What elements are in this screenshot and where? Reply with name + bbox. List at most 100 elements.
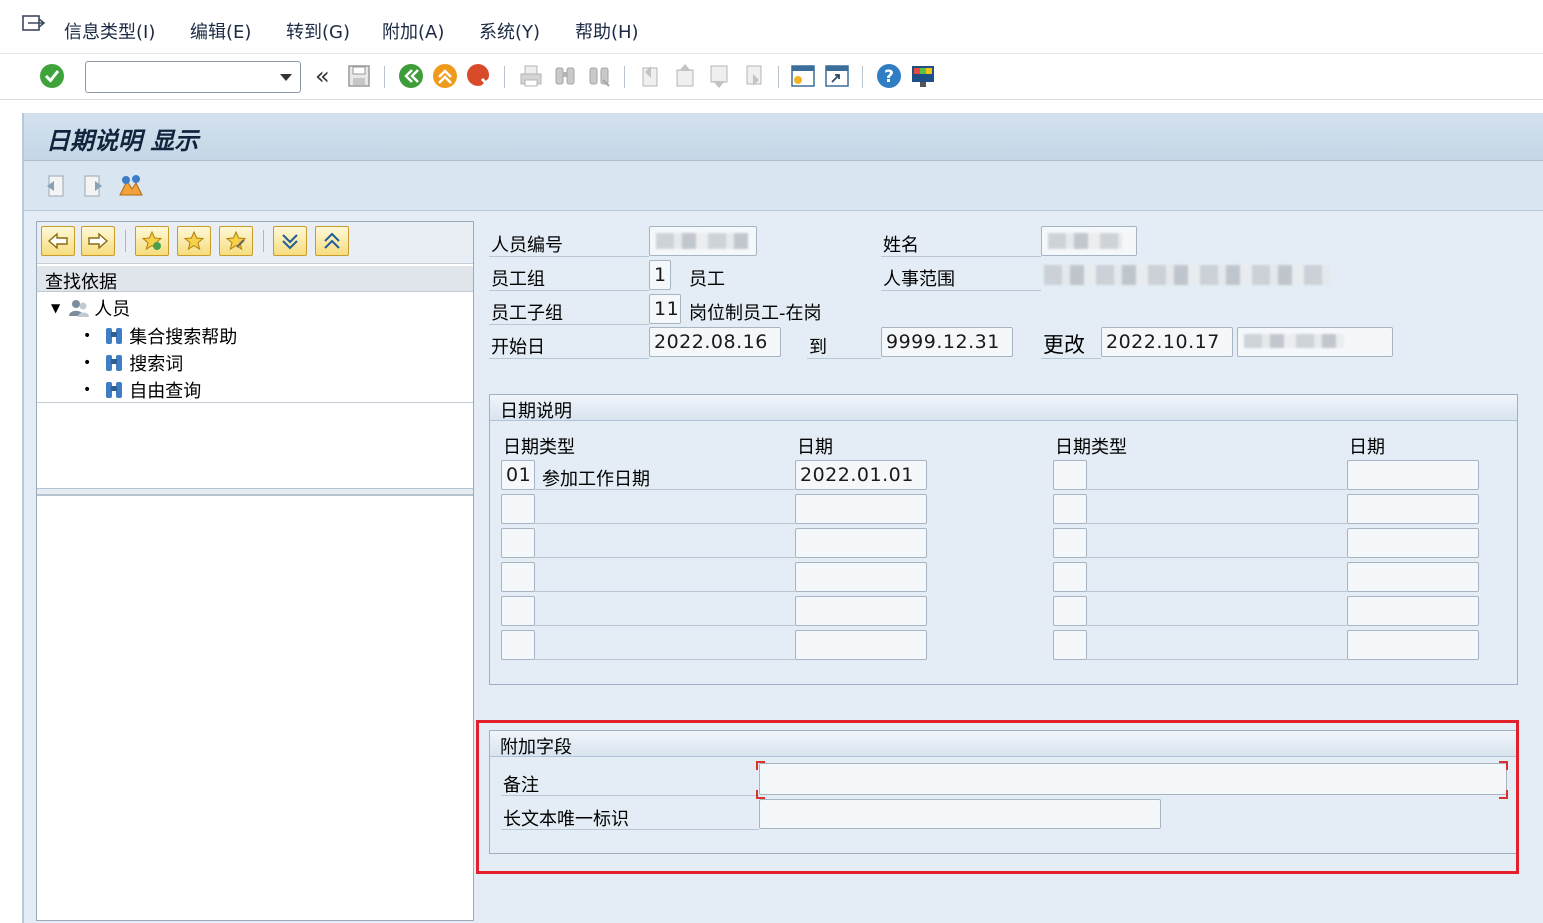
previous-record-icon[interactable] xyxy=(42,173,68,199)
date-type-field[interactable] xyxy=(501,528,535,558)
row-underline xyxy=(1087,659,1347,660)
expand-down-icon xyxy=(282,234,298,250)
date-type-field[interactable] xyxy=(1053,528,1087,558)
column-header-date: 日期 xyxy=(797,437,833,458)
date-type-text: 参加工作日期 xyxy=(542,469,650,490)
date-field[interactable] xyxy=(795,562,927,592)
date-field[interactable] xyxy=(1347,630,1479,660)
date-field[interactable]: 2022.01.01 xyxy=(795,460,927,490)
date-type-field[interactable] xyxy=(1053,494,1087,524)
date-type-field[interactable] xyxy=(1053,596,1087,626)
toolbar-separator xyxy=(624,66,625,88)
date-type-field[interactable] xyxy=(501,494,535,524)
date-field[interactable] xyxy=(795,596,927,626)
enter-icon[interactable] xyxy=(38,62,66,90)
employee-group-field[interactable]: 1 xyxy=(649,260,671,290)
star-icon xyxy=(183,230,205,251)
save-icon[interactable] xyxy=(345,62,373,90)
date-field[interactable] xyxy=(1347,562,1479,592)
date-field[interactable] xyxy=(1347,460,1479,490)
employee-group-text: 员工 xyxy=(689,269,725,290)
row-underline xyxy=(535,591,795,592)
menu-system-icon[interactable] xyxy=(22,14,46,34)
panel-splitter[interactable] xyxy=(37,488,473,496)
tree-node-collective-search[interactable]: • 集合搜索帮助 xyxy=(83,323,237,349)
personnel-area-label: 人事范围 xyxy=(883,269,955,290)
row-underline xyxy=(535,625,795,626)
date-type-field[interactable]: 01 xyxy=(501,460,535,490)
tree-node-person[interactable]: ▼ 人员 xyxy=(51,295,130,321)
date-type-field[interactable] xyxy=(501,630,535,660)
date-field[interactable] xyxy=(1347,494,1479,524)
date-field[interactable] xyxy=(795,528,927,558)
menu-edit[interactable]: 编辑(E) xyxy=(190,18,251,44)
collapse-command-icon[interactable]: « xyxy=(315,62,330,90)
next-record-icon[interactable] xyxy=(81,173,107,199)
to-label: 到 xyxy=(809,337,827,358)
date-field[interactable] xyxy=(795,630,927,660)
first-page-icon[interactable] xyxy=(637,62,665,90)
name-label: 姓名 xyxy=(883,235,919,256)
nav-back-button[interactable] xyxy=(41,226,75,256)
tree-node-search-term[interactable]: • 搜索词 xyxy=(83,350,183,376)
name-field[interactable] xyxy=(1041,226,1137,256)
prev-page-icon[interactable] xyxy=(671,62,699,90)
command-field[interactable] xyxy=(85,61,301,93)
object-navigator: 查找依据 ▼ 人员 • 集合搜索帮助 • 搜索词 • 自由查询 xyxy=(36,221,474,921)
date-field[interactable] xyxy=(1347,528,1479,558)
find-icon[interactable] xyxy=(551,62,579,90)
label-underline xyxy=(881,256,1041,257)
toolbar-separator xyxy=(263,230,264,252)
changed-by-field[interactable] xyxy=(1237,327,1393,357)
end-date-field[interactable]: 9999.12.31 xyxy=(881,327,1013,357)
last-page-icon[interactable] xyxy=(739,62,767,90)
menu-extras[interactable]: 附加(A) xyxy=(382,18,444,44)
label-underline xyxy=(881,290,1041,291)
toolbar-separator xyxy=(384,66,385,88)
column-header-date-type: 日期类型 xyxy=(503,437,575,458)
triangle-down-icon[interactable]: ▼ xyxy=(51,301,60,315)
date-type-field[interactable] xyxy=(1053,460,1087,490)
exit-icon[interactable] xyxy=(431,62,459,90)
menu-help[interactable]: 帮助(H) xyxy=(575,18,639,44)
next-page-icon[interactable] xyxy=(705,62,733,90)
people-icon xyxy=(69,300,90,317)
date-field[interactable] xyxy=(1347,596,1479,626)
expand-all-button[interactable] xyxy=(273,226,307,256)
cancel-icon[interactable] xyxy=(465,62,493,90)
application-toolbar xyxy=(24,161,1543,211)
date-type-field[interactable] xyxy=(501,562,535,592)
date-type-field[interactable] xyxy=(1053,630,1087,660)
date-field[interactable] xyxy=(795,494,927,524)
create-session-icon[interactable] xyxy=(789,62,817,90)
help-icon[interactable]: ? xyxy=(875,62,903,90)
date-type-field[interactable] xyxy=(1053,562,1087,592)
change-favorite-button[interactable] xyxy=(219,226,253,256)
tree-node-free-search[interactable]: • 自由查询 xyxy=(83,377,201,403)
bullet-icon: • xyxy=(83,382,92,398)
menu-goto[interactable]: 转到(G) xyxy=(286,18,350,44)
shortcut-icon[interactable] xyxy=(823,62,851,90)
label-underline xyxy=(489,358,649,359)
collapse-all-button[interactable] xyxy=(315,226,349,256)
nav-forward-button[interactable] xyxy=(81,226,115,256)
find-next-icon[interactable] xyxy=(585,62,613,90)
start-date-field[interactable]: 2022.08.16 xyxy=(649,327,781,357)
redacted-value xyxy=(1244,334,1344,348)
overview-icon[interactable] xyxy=(117,171,145,199)
row-underline xyxy=(535,489,795,490)
favorites-button[interactable] xyxy=(177,226,211,256)
menu-system[interactable]: 系统(Y) xyxy=(479,18,540,44)
arrow-right-icon xyxy=(88,232,109,250)
print-icon[interactable] xyxy=(517,62,545,90)
chevron-down-icon[interactable] xyxy=(280,74,292,81)
employee-subgroup-field[interactable]: 11 xyxy=(649,294,681,324)
changed-on-field[interactable]: 2022.10.17 xyxy=(1101,327,1233,357)
date-type-field[interactable] xyxy=(501,596,535,626)
customize-layout-icon[interactable] xyxy=(909,62,937,90)
menu-infotype[interactable]: 信息类型(I) xyxy=(64,18,155,44)
row-underline xyxy=(1087,557,1347,558)
personnel-number-field[interactable] xyxy=(649,226,757,256)
back-icon[interactable] xyxy=(397,62,425,90)
add-favorite-button[interactable] xyxy=(135,226,169,256)
